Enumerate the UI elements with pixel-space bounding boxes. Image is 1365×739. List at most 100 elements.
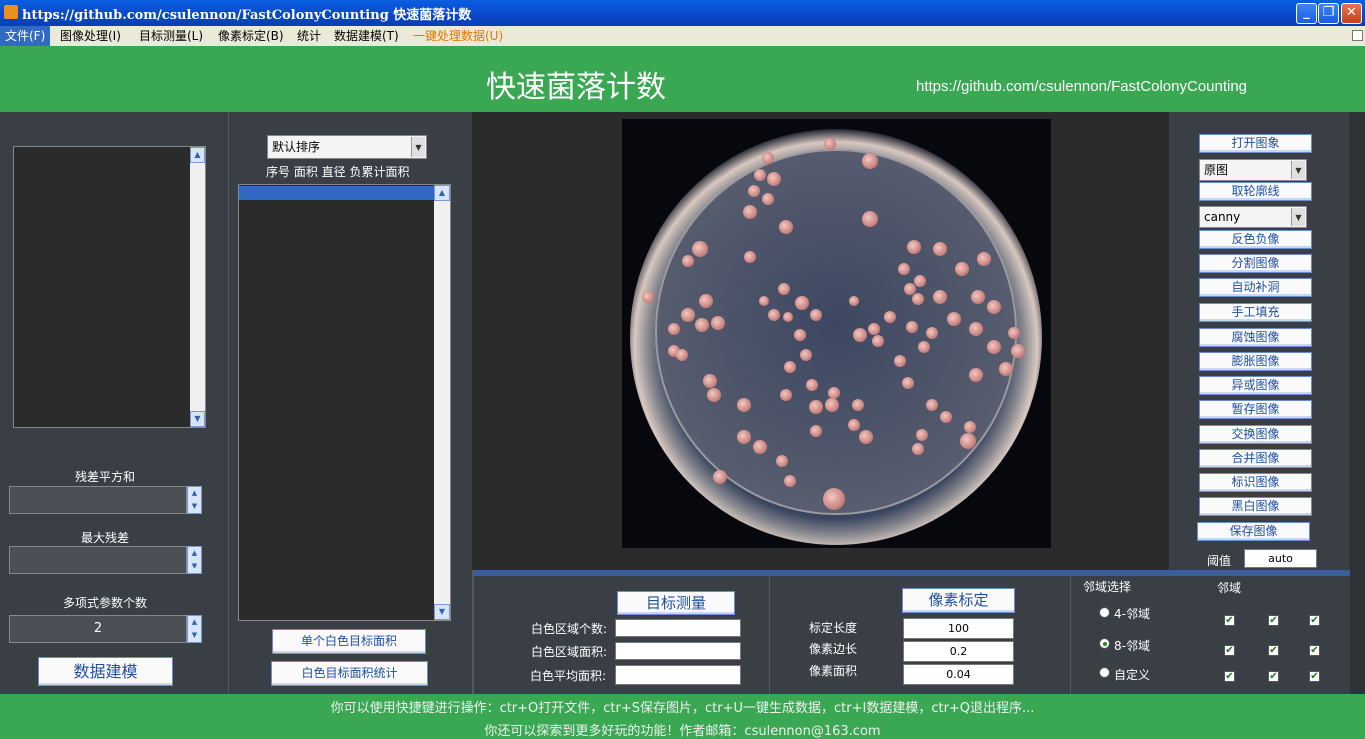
menu-file[interactable]: 文件(F): [0, 26, 51, 46]
calib-length-input[interactable]: 100: [903, 618, 1014, 639]
white-avg-field[interactable]: [615, 665, 741, 685]
residual-list[interactable]: ▲ ▼: [13, 146, 206, 428]
neighbor-panel: 邻域选择 邻域 4-邻域 8-邻域 自定义 ✔ ✔ ✔ ✔ ✔ ✔ ✔ ✔ ✔: [1071, 576, 1350, 694]
area-list-scrollbar[interactable]: ▲ ▼: [434, 185, 450, 620]
xor-button[interactable]: 异或图像: [1199, 376, 1312, 395]
menu-data-modeling[interactable]: 数据建模(T): [329, 26, 404, 46]
menu-image-processing[interactable]: 图像处理(I): [55, 26, 126, 46]
sort-select-value: 默认排序: [272, 140, 321, 154]
radio-4-neighbor-label: 4-邻域: [1114, 607, 1150, 621]
tools-panel-edge: [1349, 112, 1365, 570]
segment-button[interactable]: 分割图像: [1199, 254, 1312, 273]
calib-length-label: 标定长度: [809, 621, 858, 635]
calibration-panel: 像素标定 标定长度 100 像素边长 0.2 像素面积 0.04: [770, 576, 1070, 694]
max-residual-field[interactable]: [9, 546, 187, 574]
threshold-input[interactable]: auto: [1244, 549, 1317, 568]
erode-button[interactable]: 腐蚀图像: [1199, 328, 1312, 347]
neighbor-checkbox[interactable]: ✔: [1309, 615, 1320, 626]
measure-button[interactable]: 目标测量: [617, 591, 735, 615]
residual-sum-field[interactable]: [9, 486, 187, 514]
scroll-up-icon[interactable]: ▲: [190, 147, 205, 163]
app-url: https://github.com/csulennon/FastColonyC…: [916, 78, 1248, 95]
radio-custom-label: 自定义: [1114, 668, 1151, 682]
radio-4-neighbor[interactable]: [1099, 607, 1110, 618]
neighbor-checkbox[interactable]: ✔: [1309, 671, 1320, 682]
menu-one-click-process[interactable]: 一键处理数据(U): [408, 26, 508, 46]
fill-holes-button[interactable]: 自动补洞: [1199, 278, 1312, 297]
image-display-area: [472, 112, 1169, 570]
stash-button[interactable]: 暂存图像: [1199, 400, 1312, 419]
neighbor-checkbox[interactable]: ✔: [1224, 645, 1235, 656]
radio-custom[interactable]: [1099, 667, 1110, 678]
neighbor-select-label: 邻域选择: [1083, 580, 1132, 594]
menu-target-measure[interactable]: 目标测量(L): [134, 26, 208, 46]
white-area-label: 白色区域面积:: [531, 645, 608, 659]
dilate-button[interactable]: 膨胀图像: [1199, 352, 1312, 371]
contour-button[interactable]: 取轮廓线: [1199, 182, 1312, 201]
label-button[interactable]: 标识图像: [1199, 473, 1312, 492]
max-residual-spinner[interactable]: ▲ ▼: [187, 546, 202, 574]
white-count-label: 白色区域个数:: [531, 622, 608, 636]
white-avg-label: 白色平均面积:: [530, 669, 607, 683]
maximize-button[interactable]: ❐: [1318, 3, 1339, 24]
binary-button[interactable]: 黑白图像: [1199, 497, 1312, 516]
image-mode-select-value: 原图: [1204, 163, 1229, 177]
minimize-button[interactable]: _: [1296, 3, 1317, 24]
menu-restore-icon[interactable]: [1352, 30, 1363, 41]
right-edge: [1350, 570, 1365, 694]
neighbor-checkbox[interactable]: ✔: [1268, 671, 1279, 682]
neighbor-checkbox[interactable]: ✔: [1268, 645, 1279, 656]
swap-button[interactable]: 交换图像: [1199, 425, 1312, 444]
white-count-field[interactable]: [615, 619, 741, 637]
poly-count-field[interactable]: 2: [9, 615, 187, 643]
pixel-area-field[interactable]: 0.04: [903, 664, 1014, 685]
menu-pixel-calibration[interactable]: 像素标定(B): [213, 26, 289, 46]
data-model-button[interactable]: 数据建模: [38, 657, 173, 686]
save-image-button[interactable]: 保存图像: [1197, 522, 1310, 541]
neighbor-checkbox[interactable]: ✔: [1268, 615, 1279, 626]
footer-bar: 你可以使用快捷键进行操作：ctr+O打开文件，ctr+S保存图片，ctr+U一键…: [0, 694, 1365, 739]
radio-8-neighbor[interactable]: [1099, 638, 1110, 649]
image-mode-select[interactable]: 原图 ▼: [1199, 159, 1307, 181]
footer-contact: 你还可以探索到更多好玩的功能！作者邮箱：csulennon@163.com: [484, 724, 881, 739]
white-area-field[interactable]: [615, 642, 741, 660]
edge-method-select-value: canny: [1204, 210, 1241, 224]
calibrate-button[interactable]: 像素标定: [902, 588, 1015, 613]
sort-select[interactable]: 默认排序 ▼: [267, 135, 427, 159]
area-list-panel: 默认排序 ▼ 序号 面积 直径 负累计面积 ▲ ▼ 单个白色目标面积 白色目标面…: [229, 112, 471, 694]
menu-statistics[interactable]: 统计: [292, 26, 326, 46]
open-image-button[interactable]: 打开图象: [1199, 134, 1312, 153]
chevron-down-icon: ▼: [1291, 161, 1305, 179]
area-list[interactable]: ▲ ▼: [238, 184, 451, 621]
chevron-down-icon: ▼: [411, 137, 425, 157]
threshold-label: 阈值: [1207, 554, 1232, 568]
single-area-button[interactable]: 单个白色目标面积: [272, 629, 426, 654]
scroll-down-icon[interactable]: ▼: [190, 411, 205, 427]
max-residual-label: 最大残差: [80, 531, 129, 545]
list-selected-row[interactable]: [239, 186, 434, 200]
poly-count-spinner[interactable]: ▲ ▼: [187, 615, 202, 643]
close-button[interactable]: ✕: [1341, 3, 1362, 24]
petri-dish-image[interactable]: [622, 119, 1051, 548]
invert-button[interactable]: 反色负像: [1199, 230, 1312, 249]
poly-count-label: 多项式参数个数: [62, 596, 147, 610]
pixel-side-field[interactable]: 0.2: [903, 641, 1014, 662]
scroll-down-icon[interactable]: ▼: [434, 604, 450, 620]
residual-list-scrollbar[interactable]: ▲ ▼: [190, 147, 205, 427]
edge-method-select[interactable]: canny ▼: [1199, 206, 1307, 228]
neighbor-checkbox[interactable]: ✔: [1309, 645, 1320, 656]
neighbor-checkbox[interactable]: ✔: [1224, 615, 1235, 626]
pixel-area-label: 像素面积: [809, 664, 858, 678]
area-stats-button[interactable]: 白色目标面积统计: [271, 661, 428, 686]
pixel-side-label: 像素边长: [809, 642, 858, 656]
residual-sum-spinner[interactable]: ▲ ▼: [187, 486, 202, 514]
merge-button[interactable]: 合并图像: [1199, 449, 1312, 468]
app-header: 快速菌落计数 https://github.com/csulennon/Fast…: [0, 46, 1365, 112]
window-title: https://github.com/csulennon/FastColonyC…: [22, 8, 472, 23]
window-title-bar[interactable]: https://github.com/csulennon/FastColonyC…: [0, 0, 1365, 26]
neighbor-checkbox[interactable]: ✔: [1224, 671, 1235, 682]
list-column-headers: 序号 面积 直径 负累计面积: [266, 165, 410, 179]
scroll-up-icon[interactable]: ▲: [434, 185, 450, 201]
manual-fill-button[interactable]: 手工填充: [1199, 303, 1312, 322]
left-panel: ▲ ▼ 残差平方和 ▲ ▼ 最大残差 ▲ ▼ 多项式参数个数 2 ▲ ▼ 数据建模: [0, 112, 228, 694]
